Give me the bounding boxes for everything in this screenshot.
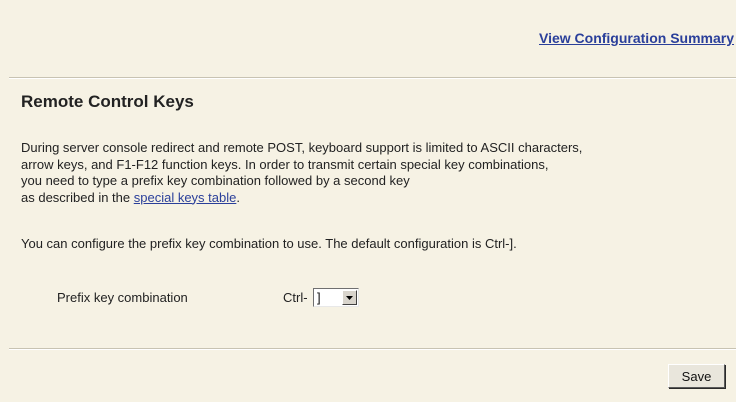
- view-configuration-summary-link[interactable]: View Configuration Summary: [539, 30, 734, 46]
- default-config-note: You can configure the prefix key combina…: [21, 236, 517, 251]
- prefix-key-select-value: ]: [317, 290, 321, 305]
- ctrl-label: Ctrl-: [283, 290, 308, 305]
- prefix-key-select[interactable]: ]: [313, 288, 359, 307]
- bottom-divider: [9, 348, 736, 350]
- description-line-3: you need to type a prefix key combinatio…: [21, 173, 410, 188]
- description-line-4-suffix: .: [236, 189, 240, 205]
- description-line-1: During server console redirect and remot…: [21, 140, 583, 155]
- dropdown-arrow-icon[interactable]: [342, 290, 357, 305]
- save-button[interactable]: Save: [668, 364, 725, 388]
- section-title: Remote Control Keys: [21, 92, 194, 111]
- description-line-4-prefix: as described in the: [21, 189, 134, 205]
- special-keys-table-link[interactable]: special keys table: [134, 190, 237, 205]
- top-divider: [9, 77, 736, 79]
- description-line-4: as described in the special keys table.: [21, 190, 733, 207]
- description-line-2: arrow keys, and F1-F12 function keys. In…: [21, 156, 549, 172]
- prefix-key-label: Prefix key combination: [57, 290, 188, 305]
- description-text: During server console redirect and remot…: [21, 140, 733, 206]
